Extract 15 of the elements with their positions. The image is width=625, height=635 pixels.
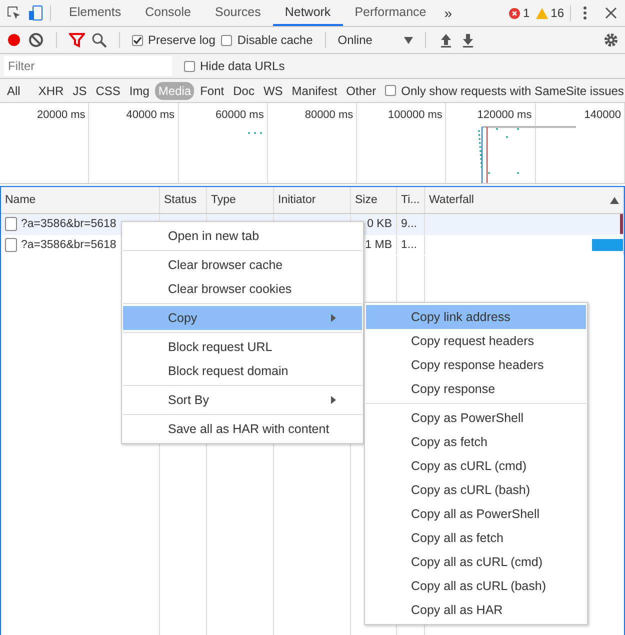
request-name: ?a=3586&br=5618 (21, 218, 116, 230)
error-count: 1 (522, 6, 530, 20)
time-tick-label: 60000 ms (216, 109, 264, 121)
time-tick-label: 140000 (584, 109, 621, 121)
request-name: ?a=3586&br=5618 (21, 239, 116, 251)
request-size: 1 MB (365, 239, 392, 251)
request-size: 0 KB (367, 218, 392, 230)
request-time: 1... (401, 239, 417, 251)
time-tick-label: 20000 ms (36, 109, 86, 121)
time-tick-label: 80000 ms (304, 109, 354, 121)
warning-count: 16 (550, 6, 564, 20)
time-tick-label: 40000 ms (126, 109, 175, 121)
time-tick-label: 120000 ms (477, 109, 532, 121)
request-time: 9... (401, 218, 417, 230)
time-tick-label: 100000 ms (388, 109, 442, 121)
